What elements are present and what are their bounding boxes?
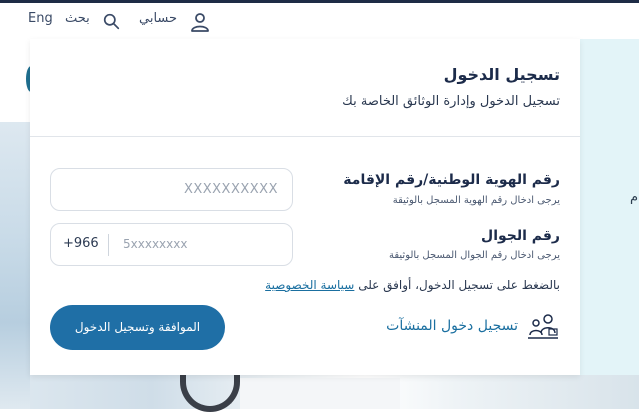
privacy-policy-link[interactable]: سياسة الخصوصية xyxy=(265,278,354,292)
top-bar: Eng بحث حسابي xyxy=(0,3,639,39)
country-code-separator xyxy=(108,234,109,256)
facility-login-label[interactable]: تسجيل دخول المنشآت xyxy=(386,318,518,334)
panel-title: تسجيل الدخول xyxy=(443,65,560,84)
login-panel: تسجيل الدخول تسجيل الدخول وإدارة الوثائق… xyxy=(30,39,580,375)
account-link[interactable]: حسابي xyxy=(139,11,177,26)
phone-field-hint: يرجى ادخال رقم الجوال المسجل بالوثيقة xyxy=(388,250,560,261)
national-id-placeholder: XXXXXXXXXX xyxy=(183,182,278,197)
user-icon[interactable] xyxy=(190,12,210,32)
panel-divider xyxy=(30,136,580,137)
national-id-input[interactable]: XXXXXXXXXX xyxy=(50,168,293,211)
account-label[interactable]: حسابي xyxy=(139,11,177,26)
phone-field-label: رقم الجوال xyxy=(481,228,560,244)
panel-subtitle: تسجيل الدخول وإدارة الوثائق الخاصة بك xyxy=(342,94,560,109)
agree-login-label[interactable]: الموافقة وتسجيل الدخول xyxy=(75,320,200,335)
doctor-coat-image xyxy=(240,378,400,409)
facility-icon xyxy=(528,314,558,339)
phone-input[interactable]: +966 5xxxxxxxx xyxy=(50,223,293,266)
search-label[interactable]: بحث xyxy=(65,11,90,26)
language-toggle[interactable]: Eng xyxy=(28,11,53,26)
consent-label: بالضغط على تسجيل الدخول، أوافق على xyxy=(358,278,560,292)
consent-text: بالضغط على تسجيل الدخول، أوافق على سياسة… xyxy=(265,278,560,292)
id-field-label: رقم الهوية الوطنية/رقم الإقامة xyxy=(343,172,560,188)
id-field-hint: يرجى ادخال رقم الهوية المسجل بالوثيقة xyxy=(392,195,560,206)
country-code: +966 xyxy=(63,236,99,251)
search-icon[interactable] xyxy=(103,13,120,30)
background-photo-left xyxy=(0,122,30,409)
search-link[interactable]: بحث xyxy=(65,11,90,26)
language-label[interactable]: Eng xyxy=(28,11,53,26)
agree-login-button[interactable]: الموافقة وتسجيل الدخول xyxy=(50,305,225,350)
background-text: م xyxy=(630,190,639,205)
background-right-section xyxy=(580,39,639,375)
phone-placeholder: 5xxxxxxxx xyxy=(123,237,188,251)
facility-login-link[interactable]: تسجيل دخول المنشآت xyxy=(386,311,560,341)
